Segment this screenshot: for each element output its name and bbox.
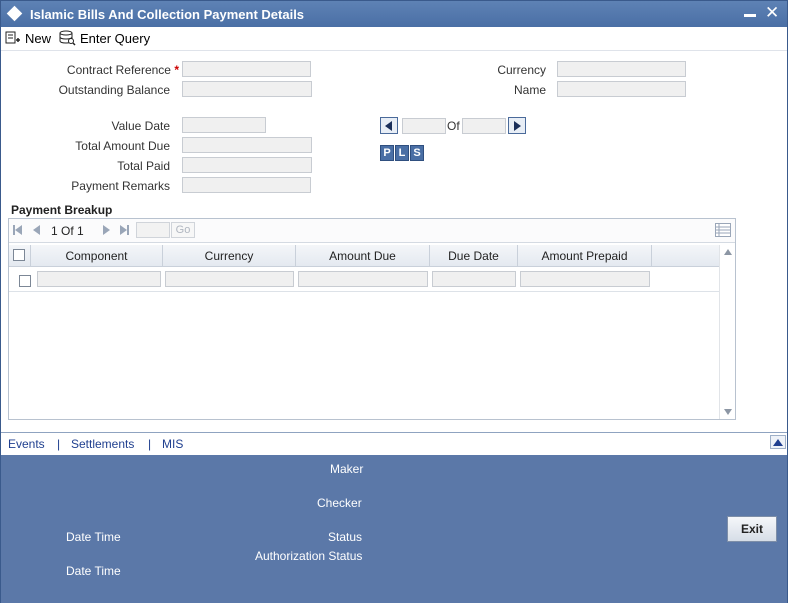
close-button[interactable]: ✕	[765, 3, 779, 23]
total-paid-label: Total Paid	[117, 159, 170, 173]
grid-view-icon[interactable]	[715, 223, 731, 237]
value-date-input[interactable]	[182, 117, 266, 133]
contract-reference-text: Contract Reference	[66, 63, 171, 77]
events-link[interactable]: Events	[8, 437, 45, 451]
checker-label: Checker	[317, 496, 362, 510]
total-records-field	[462, 118, 506, 134]
payment-remarks-input[interactable]	[182, 177, 311, 193]
due-date-cell-input[interactable]	[432, 271, 516, 287]
col-component[interactable]: Component	[31, 245, 163, 267]
minimize-button[interactable]	[744, 14, 756, 17]
amount-due-cell-input[interactable]	[298, 271, 428, 287]
contract-reference-input[interactable]	[182, 61, 311, 77]
col-amount-prepaid[interactable]: Amount Prepaid	[518, 245, 652, 267]
tab-separator: |	[57, 437, 61, 451]
select-all-cell	[9, 245, 31, 267]
outstanding-balance-field	[182, 81, 312, 97]
window-title: Islamic Bills And Collection Payment Det…	[30, 7, 305, 22]
total-amount-due-field	[182, 137, 312, 153]
subsystem-tabs-bar: Events | Settlements | MIS	[1, 432, 787, 454]
total-amount-due-label: Total Amount Due	[75, 139, 170, 153]
previous-record-button[interactable]	[380, 117, 398, 134]
new-document-icon	[5, 31, 20, 44]
page-of-label: Of	[61, 224, 74, 238]
exit-button[interactable]: Exit	[727, 516, 777, 542]
currency-cell-input[interactable]	[165, 271, 294, 287]
required-mark: *	[174, 63, 179, 77]
currency-label: Currency	[497, 63, 546, 77]
authorization-status-label: Authorization Status	[255, 549, 363, 563]
page-number-input[interactable]	[136, 222, 170, 238]
maker-date-time-label: Date Time	[66, 530, 121, 544]
payment-remarks-label: Payment Remarks	[71, 179, 170, 193]
select-all-checkbox[interactable]	[13, 249, 25, 261]
app-diamond-icon	[6, 5, 23, 22]
triangle-right-icon	[514, 120, 521, 131]
payment-breakup-title: Payment Breakup	[11, 203, 113, 217]
page-current: 1	[51, 224, 58, 238]
new-button[interactable]: New	[5, 29, 51, 47]
currency-input[interactable]	[557, 61, 686, 77]
page-total: 1	[77, 224, 84, 238]
col-amount-due[interactable]: Amount Due	[296, 245, 430, 267]
collapse-button[interactable]	[770, 435, 786, 449]
col-currency[interactable]: Currency	[163, 245, 296, 267]
next-page-icon[interactable]	[102, 225, 110, 235]
row-divider	[9, 291, 719, 292]
payment-breakup-grid: 1 Of 1 Go Component Currency Amount Due	[8, 218, 736, 420]
title-bar: Islamic Bills And Collection Payment Det…	[1, 1, 787, 27]
name-label: Name	[513, 83, 546, 97]
first-page-icon[interactable]	[13, 225, 23, 235]
maker-label: Maker	[330, 462, 364, 476]
grid-vertical-scrollbar[interactable]	[719, 245, 735, 419]
triangle-left-icon	[385, 120, 392, 131]
tab-separator: |	[148, 437, 152, 451]
scroll-up-icon[interactable]	[724, 249, 732, 255]
go-button[interactable]: Go	[171, 222, 195, 238]
l-button[interactable]: L	[395, 145, 409, 161]
outstanding-balance-label: Outstanding Balance	[58, 83, 170, 97]
name-input[interactable]	[557, 81, 686, 97]
grid-header: Component Currency Amount Due Due Date A…	[9, 245, 719, 267]
amount-prepaid-cell-input[interactable]	[520, 271, 650, 287]
payment-details-window: Islamic Bills And Collection Payment Det…	[0, 0, 788, 603]
component-cell-input[interactable]	[37, 271, 161, 287]
new-label: New	[25, 30, 52, 46]
toolbar: New Enter Query	[1, 27, 787, 51]
triangle-up-icon	[773, 438, 783, 446]
total-paid-field	[182, 157, 312, 173]
contract-reference-label: Contract Reference *	[41, 63, 179, 77]
scroll-down-icon[interactable]	[724, 409, 732, 415]
mis-link[interactable]: MIS	[162, 437, 183, 451]
grid-toolbar: 1 Of 1 Go	[9, 219, 735, 243]
settlements-link[interactable]: Settlements	[71, 437, 134, 451]
page-indicator: 1 Of 1	[51, 224, 84, 238]
value-date-label: Value Date	[111, 119, 170, 133]
previous-page-icon[interactable]	[33, 225, 41, 235]
next-record-button[interactable]	[508, 117, 526, 134]
audit-footer: Maker Checker Date Time Status Authoriza…	[1, 455, 787, 603]
s-button[interactable]: S	[410, 145, 424, 161]
status-label: Status	[328, 530, 363, 544]
row-checkbox[interactable]	[19, 275, 31, 287]
current-record-field[interactable]	[402, 118, 446, 134]
of-label: Of	[447, 119, 460, 133]
enter-query-label: Enter Query	[80, 30, 151, 46]
checker-date-time-label: Date Time	[66, 564, 121, 578]
query-database-icon	[59, 30, 76, 46]
enter-query-button[interactable]: Enter Query	[59, 29, 150, 47]
col-due-date[interactable]: Due Date	[430, 245, 518, 267]
p-button[interactable]: P	[380, 145, 394, 161]
last-page-icon[interactable]	[119, 225, 129, 235]
